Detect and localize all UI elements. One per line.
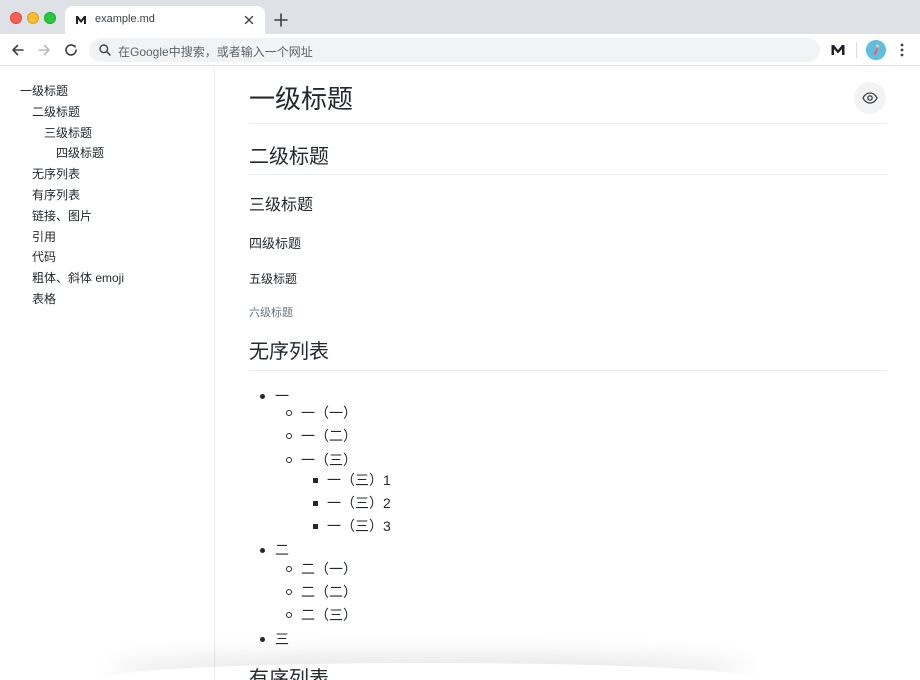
toc-item[interactable]: 代码	[0, 247, 214, 268]
list-item: 三	[275, 631, 289, 647]
forward-arrow-icon[interactable]	[35, 41, 53, 59]
toc-item[interactable]: 粗体、斜体 emoji	[0, 268, 214, 289]
circle-bullet	[286, 589, 292, 595]
circle-bullet	[286, 433, 292, 439]
profile-avatar[interactable]	[866, 40, 886, 60]
heading-6: 六级标题	[249, 307, 293, 319]
search-icon	[99, 44, 111, 56]
disc-bullet	[260, 637, 265, 642]
tab-strip: example.md	[0, 0, 920, 34]
close-icon[interactable]	[241, 12, 257, 28]
list-item: 一（三）1	[327, 472, 391, 488]
heading-divider	[249, 174, 887, 175]
toc-item[interactable]: 一级标题	[0, 81, 214, 102]
circle-bullet	[286, 410, 292, 416]
new-tab-icon[interactable]	[272, 11, 290, 29]
heading-5: 五级标题	[249, 272, 298, 286]
toc-item[interactable]: 无序列表	[0, 164, 214, 185]
square-bullet	[313, 501, 318, 506]
heading-1: 一级标题	[249, 84, 354, 114]
markdown-extension-icon[interactable]	[830, 43, 846, 57]
square-bullet	[313, 478, 318, 483]
markdown-content: 一级标题 二级标题 三级标题 四级标题 五级标题 六级标题 无序列表 一 一（一…	[249, 67, 887, 680]
square-bullet	[313, 524, 318, 529]
list-item: 一（三）3	[327, 518, 391, 534]
toc-item[interactable]: 有序列表	[0, 185, 214, 206]
zoom-window-button[interactable]	[44, 12, 56, 24]
disc-bullet	[260, 394, 265, 399]
list-item: 一（一）	[301, 405, 357, 421]
minimize-window-button[interactable]	[27, 12, 39, 24]
list-item: 二（三）	[301, 607, 357, 623]
disc-bullet	[260, 548, 265, 553]
list-item: 二（一）	[301, 561, 357, 577]
list-item: 一	[275, 388, 289, 404]
address-bar[interactable]: 在Google中搜索，或者输入一个网址	[89, 38, 820, 62]
toc-item[interactable]: 链接、图片	[0, 206, 214, 227]
heading-4: 四级标题	[249, 236, 302, 251]
heading-2: 二级标题	[249, 146, 329, 168]
toolbar-divider	[856, 42, 857, 58]
tab-example-md[interactable]: example.md	[65, 6, 265, 34]
markdown-preview-page: 一级标题 二级标题 三级标题 四级标题 无序列表 有序列表 链接、图片 引用 代…	[0, 67, 920, 680]
toc-item[interactable]: 二级标题	[0, 102, 214, 123]
more-options-icon[interactable]	[894, 42, 910, 58]
circle-bullet	[286, 612, 292, 618]
table-of-contents: 一级标题 二级标题 三级标题 四级标题 无序列表 有序列表 链接、图片 引用 代…	[0, 67, 215, 680]
toc-item[interactable]: 引用	[0, 227, 214, 248]
heading-3: 三级标题	[249, 197, 314, 214]
heading-unordered-list: 无序列表	[249, 341, 329, 363]
list-item: 二（二）	[301, 584, 357, 600]
list-item: 一（二）	[301, 428, 357, 444]
toc-item[interactable]: 三级标题	[0, 123, 214, 144]
circle-bullet	[286, 457, 292, 463]
address-bar-placeholder: 在Google中搜索，或者输入一个网址	[118, 45, 313, 59]
toc-item[interactable]: 表格	[0, 289, 214, 310]
heading-divider	[249, 123, 887, 124]
list-item: 一（三）2	[327, 495, 391, 511]
reload-icon[interactable]	[62, 41, 80, 59]
toc-item[interactable]: 四级标题	[0, 143, 214, 164]
avatar-icon	[866, 40, 886, 60]
browser-toolbar: 在Google中搜索，或者输入一个网址	[0, 34, 920, 66]
close-window-button[interactable]	[10, 12, 22, 24]
markdown-icon	[76, 16, 86, 24]
back-arrow-icon[interactable]	[9, 41, 27, 59]
list-item: 二	[275, 542, 289, 558]
circle-bullet	[286, 566, 292, 572]
list-item: 一（三）	[301, 452, 357, 468]
tab-title: example.md	[95, 13, 155, 25]
heading-divider	[249, 370, 887, 371]
